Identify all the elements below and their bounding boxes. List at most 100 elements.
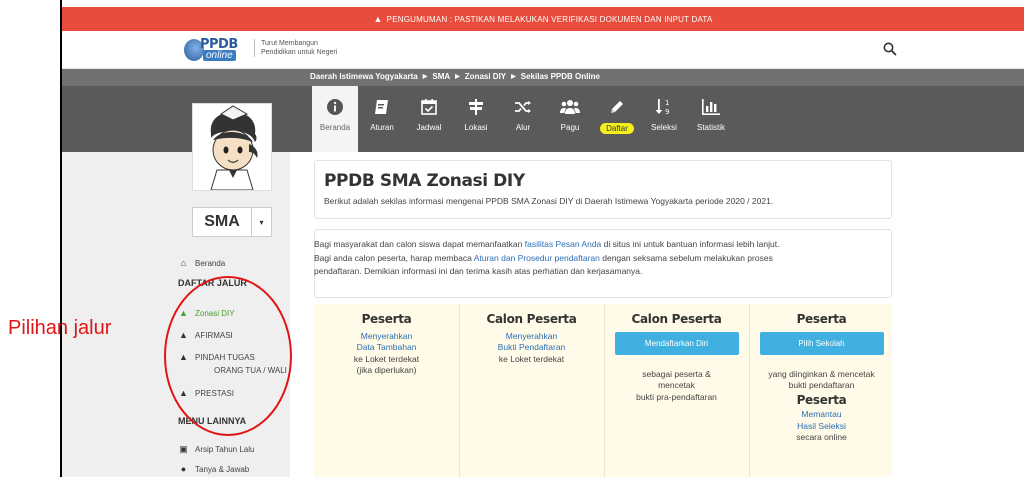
aturan-prosedur-link[interactable]: Aturan dan Prosedur pendaftaran: [474, 253, 600, 263]
step-text: (jika diperlukan): [356, 365, 417, 375]
step-4: Peserta Pilih Sekolah yang diinginkan & …: [749, 304, 894, 477]
step-text: ke Loket terdekat: [353, 353, 420, 364]
step-text: yang diinginkan & mencetak: [768, 368, 875, 379]
step-text: mencetak: [658, 380, 695, 390]
signpost-icon: [469, 99, 483, 115]
step-title: Peserta: [361, 312, 412, 326]
step-2: Calon Peserta Menyerahkan Bukti Pendafta…: [459, 304, 604, 477]
annotation-label: Pilihan jalur: [8, 317, 112, 339]
breadcrumb-item: Sekilas PPDB Online: [520, 72, 600, 81]
tab-label: Statistik: [696, 123, 725, 132]
step-title: Calon Peserta: [631, 312, 722, 326]
shuffle-icon: [515, 101, 531, 113]
sidebar-item-arsip[interactable]: ▣ Arsip Tahun Lalu: [178, 444, 254, 455]
chevron-right-icon: ▶: [422, 74, 428, 80]
info-text: Bagi masyarakat dan calon siswa dapat me…: [314, 238, 854, 279]
step-link[interactable]: Hasil Seleksi: [749, 421, 894, 433]
sidebar-item-label: Tanya & Jawab: [195, 464, 250, 474]
step-subtitle: Peserta: [796, 392, 847, 407]
sidebar-item-beranda[interactable]: ⌂ Beranda: [178, 258, 225, 268]
logo-online-text: online: [203, 50, 236, 61]
home-icon: ⌂: [180, 258, 187, 268]
step-link[interactable]: Data Tambahan: [314, 342, 459, 354]
chevron-right-icon: ▶: [455, 74, 460, 80]
tab-lokasi[interactable]: Lokasi: [453, 86, 499, 152]
info-text-segment: di situs ini untuk bantuan informasi leb…: [601, 239, 780, 249]
search-button[interactable]: [882, 41, 898, 57]
tagline-line-1: Turut Membangun: [261, 40, 318, 47]
sidebar-item-label: Beranda: [195, 258, 226, 268]
tab-aturan[interactable]: Aturan: [359, 86, 405, 152]
tab-daftar[interactable]: Daftar: [594, 86, 640, 152]
sidebar-item-label: Arsip Tahun Lalu: [195, 445, 255, 454]
tagline-line-2: Pendidikan untuk Negeri: [261, 49, 338, 56]
page-title: PPDB SMA Zonasi DIY: [324, 171, 525, 191]
tab-jadwal[interactable]: Jadwal: [406, 86, 452, 152]
pilih-sekolah-button[interactable]: Pilih Sekolah: [759, 331, 884, 355]
info-text-segment: Bagi anda calon peserta, harap membaca: [314, 252, 474, 263]
breadcrumb-item[interactable]: Zonasi DIY: [465, 72, 506, 81]
step-text: secara online: [796, 432, 847, 442]
tab-label: Seleksi: [651, 123, 677, 132]
student-avatar-icon: [210, 105, 258, 191]
chevron-right-icon: ▶: [511, 74, 516, 80]
svg-text:1: 1: [665, 99, 669, 107]
step-link[interactable]: Bukti Pendaftaran: [459, 342, 604, 354]
pesan-anda-link[interactable]: fasilitas Pesan Anda: [525, 239, 602, 249]
calendar-check-icon: [421, 99, 437, 115]
tab-beranda[interactable]: Beranda: [312, 86, 358, 152]
breadcrumb-item[interactable]: SMA: [432, 72, 450, 81]
step-link[interactable]: Memantau: [749, 409, 894, 421]
info-line-2: Bagi anda calon peserta, harap membaca A…: [314, 252, 854, 266]
tab-seleksi[interactable]: 19 Seleksi: [641, 86, 687, 152]
tab-pagu[interactable]: Pagu: [547, 86, 593, 152]
tab-statistik[interactable]: Statistik: [688, 86, 734, 152]
top-crop-area: [60, 0, 1024, 7]
announcement-text: PENGUMUMAN : PASTIKAN MELAKUKAN VERIFIKA…: [386, 14, 713, 24]
svg-text:9: 9: [665, 108, 669, 116]
step-title: Peserta: [796, 312, 847, 326]
tab-label: Jadwal: [416, 123, 442, 132]
frame-border: [60, 0, 62, 477]
tab-alur[interactable]: Alur: [500, 86, 546, 152]
info-line-1: Bagi masyarakat dan calon siswa dapat me…: [314, 238, 854, 252]
step-link[interactable]: Menyerahkan: [314, 331, 459, 343]
step-title: Calon Peserta: [486, 312, 577, 326]
avatar: [192, 103, 272, 191]
tab-label: Lokasi: [464, 123, 488, 132]
tab-label: Pagu: [560, 123, 580, 132]
step-text: bukti pendaftaran: [788, 380, 855, 390]
site-header: PPDB online Turut Membangun Pendidikan u…: [62, 31, 1024, 69]
caret-down-icon: ▾: [251, 208, 271, 236]
ppdb-logo[interactable]: PPDB online: [184, 37, 248, 63]
users-icon: [560, 100, 580, 114]
step-text: sebagai peserta &: [642, 368, 711, 379]
warning-icon: ▲: [373, 14, 383, 24]
tagline: Turut Membangun Pendidikan untuk Negeri: [254, 39, 337, 57]
search-icon: [883, 42, 897, 56]
tab-label: Daftar: [600, 123, 634, 134]
info-line-3: pendaftaran. Demikian informasi ini dan …: [314, 266, 643, 276]
annotation-circle: [164, 276, 292, 436]
step-1: Peserta Menyerahkan Data Tambahan ke Lok…: [314, 304, 459, 477]
level-select-value: SMA: [204, 213, 240, 230]
mendaftarkan-diri-button[interactable]: Mendaftarkan Diri: [614, 331, 739, 355]
book-icon: [375, 100, 388, 114]
step-link[interactable]: Menyerahkan: [459, 331, 604, 343]
breadcrumb-item[interactable]: Daerah Istimewa Yogyakarta: [310, 72, 418, 81]
breadcrumb: Daerah Istimewa Yogyakarta ▶ SMA ▶ Zonas…: [310, 72, 600, 81]
level-select[interactable]: SMA ▾: [192, 207, 272, 237]
step-3: Calon Peserta Mendaftarkan Diri sebagai …: [604, 304, 749, 477]
bar-chart-icon: [702, 99, 720, 115]
step-text: bukti pra-pendaftaran: [636, 391, 717, 402]
tab-label: Alur: [515, 123, 531, 132]
pencil-icon: [611, 101, 623, 113]
sidebar-item-tanya-jawab[interactable]: ● Tanya & Jawab: [178, 464, 249, 474]
archive-icon: ▣: [179, 444, 188, 454]
info-icon: [327, 99, 343, 115]
tab-label: Aturan: [370, 123, 394, 132]
info-text-segment: Bagi masyarakat dan calon siswa dapat me…: [314, 239, 525, 249]
steps-panel: Peserta Menyerahkan Data Tambahan ke Lok…: [314, 304, 892, 477]
